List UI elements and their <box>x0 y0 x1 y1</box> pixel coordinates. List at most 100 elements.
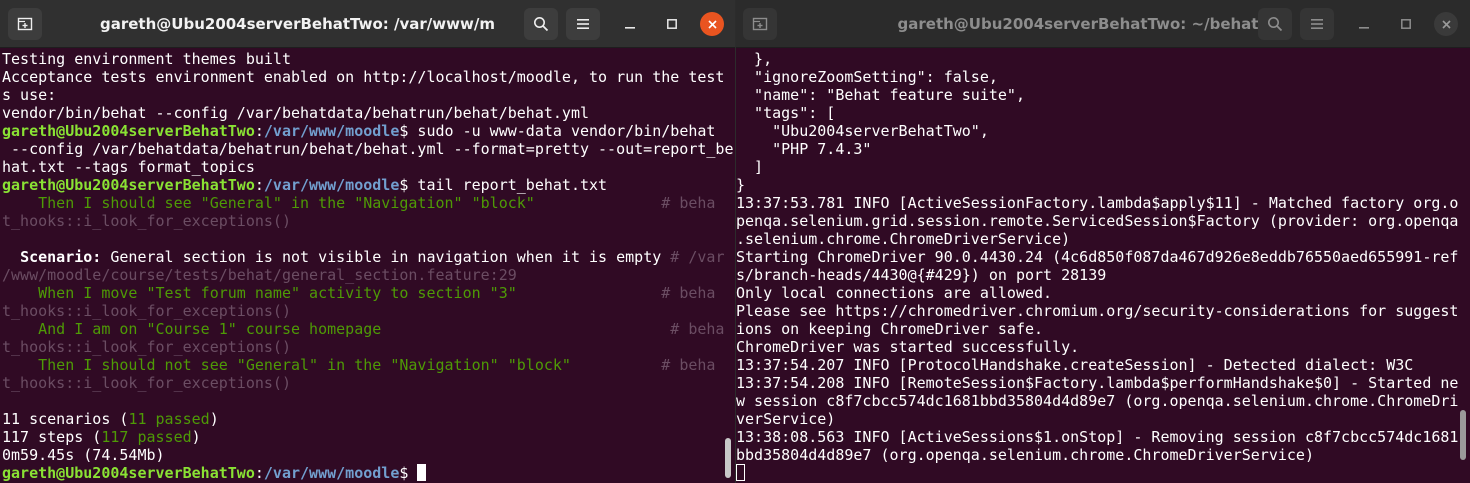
close-button[interactable] <box>700 12 724 36</box>
terminal-text: } <box>736 176 746 194</box>
minimize-icon <box>625 27 635 29</box>
terminal-text: : <box>254 464 264 482</box>
search-button[interactable] <box>524 8 558 40</box>
terminal-line: s use: <box>2 86 735 104</box>
terminal-text: /www/moodle/course/tests/behat/general_s… <box>2 266 517 284</box>
close-icon <box>1441 19 1451 29</box>
terminal-text: Acceptance tests environment enabled on … <box>2 68 725 86</box>
terminal-line: penqa.selenium.grid.session.remote.Servi… <box>736 212 1470 230</box>
terminal-text: penqa.selenium.grid.session.remote.Servi… <box>736 212 1459 230</box>
terminal-text: Starting ChromeDriver 90.0.4430.24 (4c6d… <box>736 248 1459 266</box>
terminal-text: ) <box>209 410 219 428</box>
terminal-text: Then I should not see "General" in the "… <box>2 356 571 374</box>
terminal-text: When I move "Test forum name" activity t… <box>2 284 517 302</box>
terminal-line: w session c8f7cbcc574dc1681bbd35804d4d89… <box>736 392 1470 410</box>
terminal-line: Please see https://chromedriver.chromium… <box>736 302 1470 320</box>
terminal-line: Starting ChromeDriver 90.0.4430.24 (4c6d… <box>736 248 1470 266</box>
terminal-text: Then I should see "General" in the "Navi… <box>2 194 535 212</box>
terminal-output[interactable]: }, "ignoreZoomSetting": false, "name": "… <box>736 49 1470 483</box>
terminal-line: /www/moodle/course/tests/behat/general_s… <box>2 266 735 284</box>
window-title: gareth@Ubu2004serverBehatTwo: ~/behat <box>897 15 1259 33</box>
terminal-text: vendor/bin/behat --config /var/behatdata… <box>2 104 589 122</box>
terminal-line: "name": "Behat feature suite", <box>736 86 1470 104</box>
menu-button[interactable] <box>566 8 600 40</box>
terminal-text: "name": "Behat feature suite", <box>736 86 1025 104</box>
terminal-output[interactable]: Testing environment themes built Acceptan… <box>0 49 735 483</box>
terminal-text: 11 scenarios ( <box>2 410 129 428</box>
scrollbar[interactable] <box>1460 410 1466 460</box>
terminal-line: "PHP 7.4.3" <box>736 140 1470 158</box>
close-button[interactable] <box>1434 12 1458 36</box>
window-title: gareth@Ubu2004serverBehatTwo: /var/www/m… <box>100 15 495 33</box>
terminal-line: ions on keeping ChromeDriver safe. <box>736 320 1470 338</box>
terminal-text: "Ubu2004serverBehatTwo", <box>736 122 989 140</box>
terminal-text: And I am on "Course 1" course homepage <box>2 320 382 338</box>
search-icon <box>534 17 549 32</box>
terminal-line: hat.txt --tags format_topics <box>2 158 735 176</box>
terminal-line: Acceptance tests environment enabled on … <box>2 68 735 86</box>
terminal-text: 13:37:53.781 INFO [ActiveSessionFactory.… <box>736 194 1459 212</box>
terminal-window-right: gareth@Ubu2004serverBehatTwo: ~/behat},… <box>736 0 1470 483</box>
terminal-line: And I am on "Course 1" course homepage #… <box>2 320 735 338</box>
terminal-text: /var/www/moodle <box>263 176 400 194</box>
text-cursor <box>736 464 745 481</box>
terminal-line: t_hooks::i_look_for_exceptions() <box>2 374 735 392</box>
terminal-text: verService) <box>736 410 836 428</box>
terminal-text: 117 steps ( <box>2 428 102 446</box>
search-icon <box>1268 17 1283 32</box>
terminal-text: General section is not visible in naviga… <box>101 248 671 266</box>
terminal-text: bbd35804d4d89e7 (org.openqa.selenium.chr… <box>736 446 1314 464</box>
terminal-text: gareth@Ubu2004serverBehatTwo <box>2 122 255 140</box>
terminal-line: gareth@Ubu2004serverBehatTwo:/var/www/mo… <box>2 122 735 140</box>
terminal-window-left: gareth@Ubu2004serverBehatTwo: /var/www/m… <box>0 0 735 483</box>
terminal-line: verService) <box>736 410 1470 428</box>
terminal-text: /var/www/moodle <box>263 122 400 140</box>
maximize-button[interactable] <box>660 12 684 36</box>
terminal-line: "Ubu2004serverBehatTwo", <box>736 122 1470 140</box>
terminal-text: ] <box>736 158 764 176</box>
minimize-button[interactable] <box>618 12 642 36</box>
terminal-text: .selenium.chrome.ChromeDriverService) <box>736 230 1071 248</box>
terminal-text: "ignoreZoomSetting": false, <box>736 68 998 86</box>
terminal-line: }, <box>736 50 1470 68</box>
terminal-text: ) <box>191 428 201 446</box>
terminal-text: # beha <box>516 284 716 302</box>
search-button[interactable] <box>1258 8 1292 40</box>
menu-button[interactable] <box>1300 8 1334 40</box>
terminal-text: s/branch-heads/4430@{#429}) on port 2813… <box>736 266 1107 284</box>
title-bar[interactable]: gareth@Ubu2004serverBehatTwo: ~/behat <box>736 0 1470 48</box>
terminal-text: : <box>254 176 264 194</box>
terminal-line: Only local connections are allowed. <box>736 284 1470 302</box>
terminal-line: 0m59.45s (74.54Mb) <box>2 446 735 464</box>
terminal-text: # /var <box>670 248 725 266</box>
terminal-line: "tags": [ <box>736 104 1470 122</box>
new-tab-button[interactable] <box>743 8 777 40</box>
minimize-button[interactable] <box>1352 12 1376 36</box>
maximize-button[interactable] <box>1394 12 1418 36</box>
terminal-text: t_hooks::i_look_for_exceptions() <box>2 338 291 356</box>
terminal-line: 13:37:53.781 INFO [ActiveSessionFactory.… <box>736 194 1470 212</box>
terminal-line: t_hooks::i_look_for_exceptions() <box>2 302 735 320</box>
terminal-line: t_hooks::i_look_for_exceptions() <box>2 212 735 230</box>
terminal-line: Then I should see "General" in the "Navi… <box>2 194 735 212</box>
terminal-line: 13:37:54.208 INFO [RemoteSession$Factory… <box>736 374 1470 392</box>
title-bar[interactable]: gareth@Ubu2004serverBehatTwo: /var/www/m… <box>0 0 735 48</box>
minimize-icon <box>1359 27 1369 29</box>
terminal-text: 0m59.45s (74.54Mb) <box>2 446 165 464</box>
terminal-line: vendor/bin/behat --config /var/behatdata… <box>2 104 735 122</box>
terminal-text: gareth@Ubu2004serverBehatTwo <box>2 464 255 482</box>
terminal-line: 13:38:08.563 INFO [ActiveSessions$1.onSt… <box>736 428 1470 446</box>
terminal-line: .selenium.chrome.ChromeDriverService) <box>736 230 1470 248</box>
terminal-line: gareth@Ubu2004serverBehatTwo:/var/www/mo… <box>2 464 735 482</box>
terminal-line: Scenario: General section is not visible… <box>2 248 735 266</box>
maximize-icon <box>667 19 677 29</box>
terminal-text: # beha <box>381 320 725 338</box>
new-tab-button[interactable] <box>8 8 42 40</box>
terminal-line: 11 scenarios (11 passed) <box>2 410 735 428</box>
terminal-text: 117 passed <box>101 428 192 446</box>
scrollbar[interactable] <box>725 438 731 478</box>
terminal-text: hat.txt --tags format_topics <box>2 158 255 176</box>
terminal-text: w session c8f7cbcc574dc1681bbd35804d4d89… <box>736 392 1459 410</box>
